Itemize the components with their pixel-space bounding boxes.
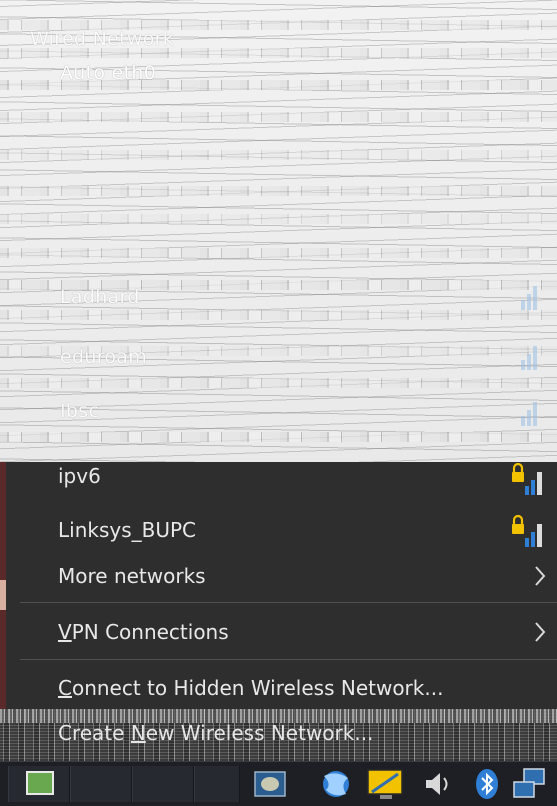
chevron-right-icon: [535, 622, 546, 642]
taskbar: [0, 761, 557, 806]
network-name: Linksys_BUPC: [58, 518, 197, 542]
wifi-signal-icon: [521, 346, 537, 370]
create-new-wireless-network-item[interactable]: Create New Wireless Network...: [0, 709, 557, 761]
create-new-wireless-network-label: Create New Wireless Network...: [58, 721, 374, 745]
volume-icon[interactable]: [420, 766, 456, 802]
secured-wifi-signal-icon: [512, 514, 542, 547]
workspace-3[interactable]: [132, 766, 194, 802]
network-name: ipv6: [58, 464, 101, 488]
vpn-connections-submenu[interactable]: VPN Connections: [6, 610, 557, 656]
desktop-switcher-icon: [26, 771, 54, 795]
network-item-auto-eth0[interactable]: Auto eth0: [60, 62, 156, 84]
menu-separator: [20, 602, 557, 603]
wifi-signal-icon: [521, 402, 537, 426]
corrupted-network-list-area: Wired Network Auto eth0 Ladhard eduroam …: [0, 0, 557, 462]
menu-separator: [20, 659, 557, 660]
network-item-eduroam[interactable]: eduroam: [60, 346, 147, 368]
show-desktop-icon[interactable]: [252, 766, 288, 802]
chevron-right-icon: [535, 566, 546, 586]
network-item-ipv6[interactable]: ipv6: [6, 462, 557, 508]
connect-hidden-network-label: Connect to Hidden Wireless Network...: [58, 676, 444, 700]
wifi-signal-icon: [521, 286, 537, 310]
more-networks-label: More networks: [58, 564, 206, 588]
secured-wifi-signal-icon: [512, 462, 542, 495]
vpn-connections-label: VPN Connections: [58, 620, 229, 644]
network-manager-icon[interactable]: [316, 766, 356, 802]
workspace-2[interactable]: [70, 766, 132, 802]
network-item-linksys-bupc[interactable]: Linksys_BUPC: [6, 508, 557, 554]
display-icon[interactable]: [364, 766, 408, 802]
network-menu: ipv6 Linksys_BUPC More networks VPN Conn…: [6, 462, 557, 710]
more-networks-submenu[interactable]: More networks: [6, 554, 557, 600]
network-item-ibsc[interactable]: Ibsc: [60, 400, 99, 422]
workspace-4[interactable]: [194, 766, 240, 802]
network-connections-icon[interactable]: [510, 766, 550, 802]
network-item-ladhard[interactable]: Ladhard: [60, 286, 140, 308]
wired-network-header: Wired Network: [30, 28, 175, 50]
bluetooth-icon[interactable]: [472, 766, 502, 802]
connect-hidden-network-item[interactable]: Connect to Hidden Wireless Network...: [6, 666, 557, 712]
workspace-1[interactable]: [8, 766, 70, 802]
